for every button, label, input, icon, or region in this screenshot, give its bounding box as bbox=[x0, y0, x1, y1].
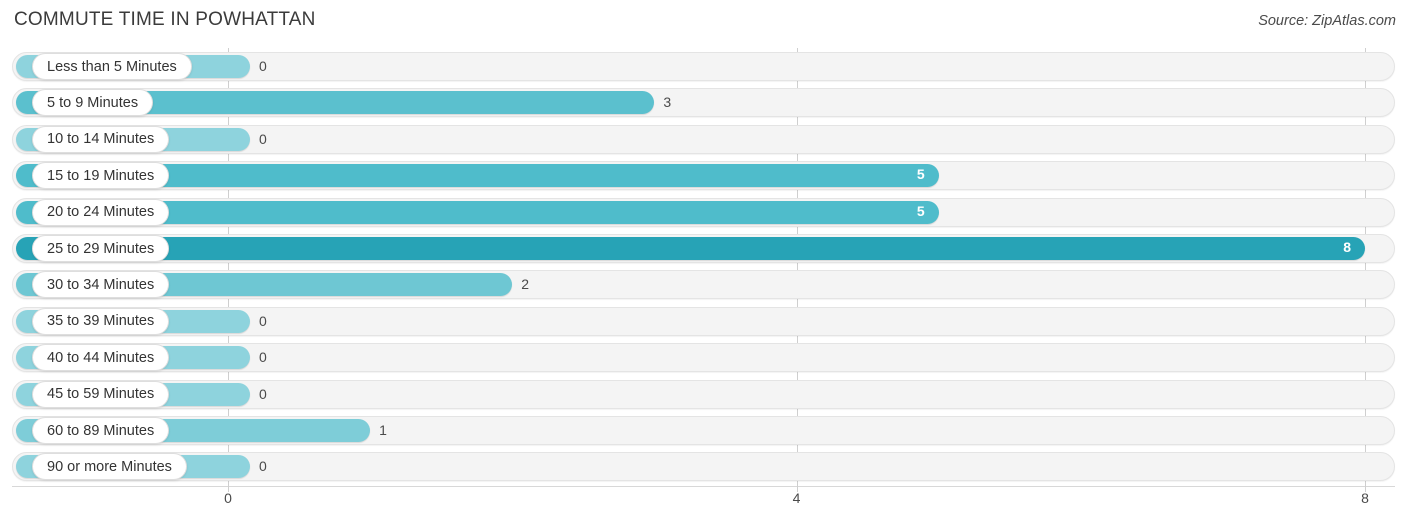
axis-line bbox=[12, 486, 1395, 487]
bar-value-label: 1 bbox=[379, 422, 387, 438]
category-label-pill[interactable]: 90 or more Minutes bbox=[32, 453, 187, 481]
category-label-pill[interactable]: 30 to 34 Minutes bbox=[32, 271, 170, 299]
chart-row[interactable]: 2 30 to 34 Minutes bbox=[0, 268, 1406, 301]
bar-value-label: 2 bbox=[521, 276, 530, 293]
category-label-text: 90 or more Minutes bbox=[47, 458, 172, 475]
plot-area: 0 Less than 5 Minutes 3 5 to 9 Minutes 0 10 t… bbox=[0, 48, 1406, 486]
category-label-text: 60 to 89 Minutes bbox=[47, 422, 155, 439]
category-label-text: 35 to 39 Minutes bbox=[47, 313, 155, 330]
category-label-text: 5 to 9 Minutes bbox=[47, 94, 139, 111]
source-attribution: Source: ZipAtlas.com bbox=[1258, 13, 1396, 29]
category-label-pill[interactable]: 10 to 14 Minutes bbox=[32, 125, 170, 153]
bar-value-label: 8 bbox=[1343, 239, 1351, 255]
category-label-pill[interactable]: Less than 5 Minutes bbox=[32, 53, 192, 80]
chart-row[interactable]: 3 5 to 9 Minutes bbox=[0, 86, 1406, 119]
chart-container: COMMUTE TIME IN POWHATTAN Source: ZipAtl… bbox=[0, 0, 1406, 523]
chart-row[interactable]: 5 15 to 19 Minutes bbox=[0, 159, 1406, 192]
category-label-text: 45 to 59 Minutes bbox=[47, 386, 155, 403]
chart-row[interactable]: 0 40 to 44 Minutes bbox=[0, 341, 1406, 374]
chart-row[interactable]: 5 20 to 24 Minutes bbox=[0, 196, 1406, 229]
category-label-pill[interactable]: 40 to 44 Minutes bbox=[32, 344, 170, 372]
bar-value-label: 3 bbox=[663, 94, 672, 111]
category-label-pill[interactable]: 60 to 89 Minutes bbox=[32, 417, 170, 444]
bar-value-label: 0 bbox=[259, 58, 267, 74]
chart-row[interactable]: 0 90 or more Minutes bbox=[0, 450, 1406, 483]
axis-tick-label: 4 bbox=[792, 490, 801, 506]
category-label-text: Less than 5 Minutes bbox=[47, 58, 177, 75]
category-label-pill[interactable]: 5 to 9 Minutes bbox=[32, 89, 154, 117]
category-label-pill[interactable]: 35 to 39 Minutes bbox=[32, 307, 170, 335]
chart-row[interactable]: 1 60 to 89 Minutes bbox=[0, 414, 1406, 447]
bar-value-label: 0 bbox=[259, 349, 267, 366]
bar-value-label: 0 bbox=[259, 312, 267, 329]
bar-value-label: 0 bbox=[259, 385, 267, 402]
chart-row[interactable]: 0 10 to 14 Minutes bbox=[0, 123, 1406, 156]
chart-row[interactable]: 0 Less than 5 Minutes bbox=[0, 50, 1406, 83]
category-label-pill[interactable]: 45 to 59 Minutes bbox=[32, 380, 170, 408]
category-label-text: 40 to 44 Minutes bbox=[47, 349, 155, 366]
bar-value-label: 0 bbox=[259, 130, 267, 147]
category-label-text: 20 to 24 Minutes bbox=[47, 204, 155, 221]
axis-tick-label: 8 bbox=[1361, 490, 1369, 506]
axis-tick-label: 0 bbox=[224, 490, 232, 506]
category-label-text: 30 to 34 Minutes bbox=[47, 276, 155, 293]
category-label-text: 10 to 14 Minutes bbox=[47, 131, 155, 148]
category-label-pill[interactable]: 20 to 24 Minutes bbox=[32, 198, 170, 226]
category-label-text: 25 to 29 Minutes bbox=[47, 240, 155, 257]
chart-row[interactable]: 0 35 to 39 Minutes bbox=[0, 305, 1406, 338]
chart-row[interactable]: 0 45 to 59 Minutes bbox=[0, 378, 1406, 411]
chart-row[interactable]: 8 25 to 29 Minutes bbox=[0, 232, 1406, 265]
bar-value-label: 0 bbox=[259, 458, 267, 475]
x-axis: 0 4 8 bbox=[0, 486, 1406, 523]
category-label-pill[interactable]: 25 to 29 Minutes bbox=[32, 235, 170, 262]
page-title: COMMUTE TIME IN POWHATTAN bbox=[14, 9, 316, 30]
category-label-text: 15 to 19 Minutes bbox=[47, 167, 155, 184]
category-label-pill[interactable]: 15 to 19 Minutes bbox=[32, 162, 170, 190]
